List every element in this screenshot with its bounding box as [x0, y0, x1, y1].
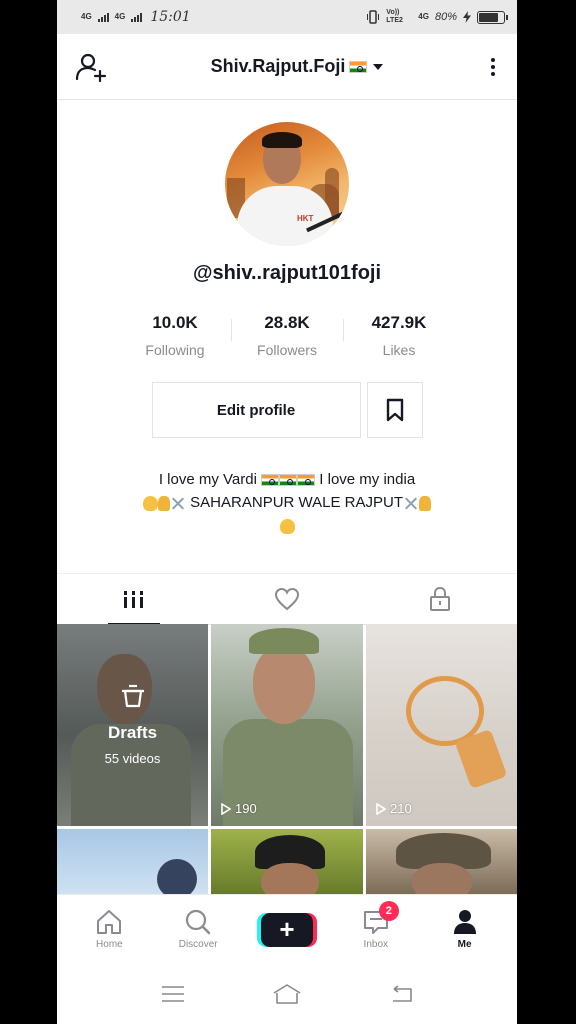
nav-create[interactable]: + [252, 912, 322, 947]
drafts-icon [121, 684, 144, 708]
network-indicator-3: 4G [418, 12, 429, 21]
likes-label: Likes [382, 342, 416, 358]
stat-following[interactable]: 10.0K Following [119, 313, 231, 358]
profile-username: @shiv..rajput101foji [192, 262, 382, 284]
video-tile[interactable] [366, 829, 517, 895]
india-flag-icon [349, 60, 368, 73]
tab-videos[interactable] [57, 574, 210, 624]
view-count: 210 [376, 801, 412, 816]
india-flag-icon [279, 474, 298, 487]
account-name: Shiv.Rajput.Foji [210, 56, 346, 76]
account-switcher[interactable]: Shiv.Rajput.Foji [211, 56, 384, 77]
battery-icon [477, 10, 508, 24]
followers-count: 28.8K [264, 313, 310, 332]
signal-icon [97, 12, 109, 22]
search-icon [186, 909, 211, 935]
nav-home[interactable]: Home [74, 909, 144, 950]
folded-hands-icon [158, 495, 170, 511]
stat-likes[interactable]: 427.9K Likes [343, 313, 455, 358]
nav-discover-label: Discover [178, 939, 218, 950]
plus-icon: + [279, 914, 295, 944]
status-bar: 4G 4G 15:01 Vo)) LTE2 4G 80% [57, 0, 517, 34]
followers-label: Followers [257, 342, 317, 358]
phone-screen: 4G 4G 15:01 Vo)) LTE2 4G 80% Shiv.Rajput… [57, 0, 517, 1024]
video-grid: Drafts 55 videos 190 210 [57, 624, 517, 895]
nav-inbox-label: Inbox [363, 939, 389, 950]
bookmark-icon [386, 398, 403, 422]
video-tile[interactable]: 190 [211, 624, 363, 826]
bottom-navigation: Home Discover + 2 Inbox Me [57, 894, 517, 964]
crossed-swords-icon [170, 496, 186, 511]
play-icon [376, 802, 386, 815]
battery-percent: 80% [434, 11, 457, 23]
tab-liked[interactable] [210, 574, 363, 624]
view-count-value: 210 [390, 801, 412, 816]
video-tile[interactable] [211, 829, 363, 895]
charging-icon [463, 11, 471, 23]
profile-bio: I love my Vardi I love my india SAHARANP… [57, 468, 517, 537]
more-options-icon[interactable] [487, 54, 499, 80]
crossed-swords-icon [403, 496, 419, 511]
flexed-biceps-icon [143, 495, 158, 511]
video-tile[interactable] [57, 829, 208, 895]
following-label: Following [145, 342, 205, 358]
tab-private[interactable] [364, 574, 517, 624]
india-flag-icon [297, 474, 316, 487]
back-icon[interactable] [389, 985, 413, 1003]
add-friend-icon[interactable] [75, 51, 107, 83]
profile-actions: Edit profile [57, 382, 517, 438]
profile-icon [453, 910, 476, 934]
folded-hands-icon [418, 495, 431, 511]
profile-header: Shiv.Rajput.Foji [57, 34, 517, 100]
edit-profile-button[interactable]: Edit profile [151, 382, 361, 438]
status-time: 15:01 [150, 9, 191, 25]
menu-icon[interactable] [161, 985, 185, 1003]
avatar[interactable]: HKT [225, 122, 349, 246]
signal-icon [131, 12, 143, 22]
view-count-value: 190 [235, 801, 257, 816]
nav-me[interactable]: Me [430, 909, 500, 950]
drafts-count: 55 videos [104, 751, 161, 766]
profile-tabs [57, 573, 517, 625]
flexed-biceps-icon [279, 518, 295, 534]
drafts-tile[interactable]: Drafts 55 videos [57, 624, 208, 826]
create-button[interactable]: + [260, 912, 313, 947]
grid-icon [123, 591, 143, 608]
network-indicator-2: 4G [114, 12, 126, 21]
nav-me-label: Me [457, 939, 472, 950]
drafts-label: Drafts [107, 723, 158, 742]
network-indicator-1: 4G [81, 12, 92, 21]
video-tile[interactable]: 210 [366, 624, 517, 826]
inbox-badge: 2 [378, 901, 399, 921]
volte-indicator: Vo)) LTE2 [386, 9, 403, 24]
favorites-button[interactable] [366, 382, 423, 438]
lock-icon [430, 586, 451, 611]
view-count: 190 [221, 801, 257, 816]
nav-home-label: Home [96, 939, 123, 950]
home-icon [97, 910, 122, 934]
heart-icon [274, 587, 299, 611]
nav-inbox[interactable]: 2 Inbox [341, 901, 411, 950]
chevron-down-icon [373, 63, 384, 70]
following-count: 10.0K [152, 313, 198, 332]
bio-text-3: SAHARANPUR WALE RAJPUT [190, 494, 403, 511]
play-icon [221, 802, 231, 815]
stat-followers[interactable]: 28.8K Followers [231, 313, 343, 358]
india-flag-icon [261, 474, 280, 487]
system-navigation [57, 964, 517, 1024]
bio-text-2: I love my india [319, 471, 416, 488]
vibrate-icon [367, 10, 380, 24]
likes-count: 427.9K [371, 313, 427, 332]
home-button-icon[interactable] [272, 983, 302, 1005]
nav-discover[interactable]: Discover [163, 909, 233, 950]
profile-stats: 10.0K Following 28.8K Followers 427.9K L… [57, 313, 517, 358]
bio-text-1: I love my Vardi [158, 471, 257, 488]
